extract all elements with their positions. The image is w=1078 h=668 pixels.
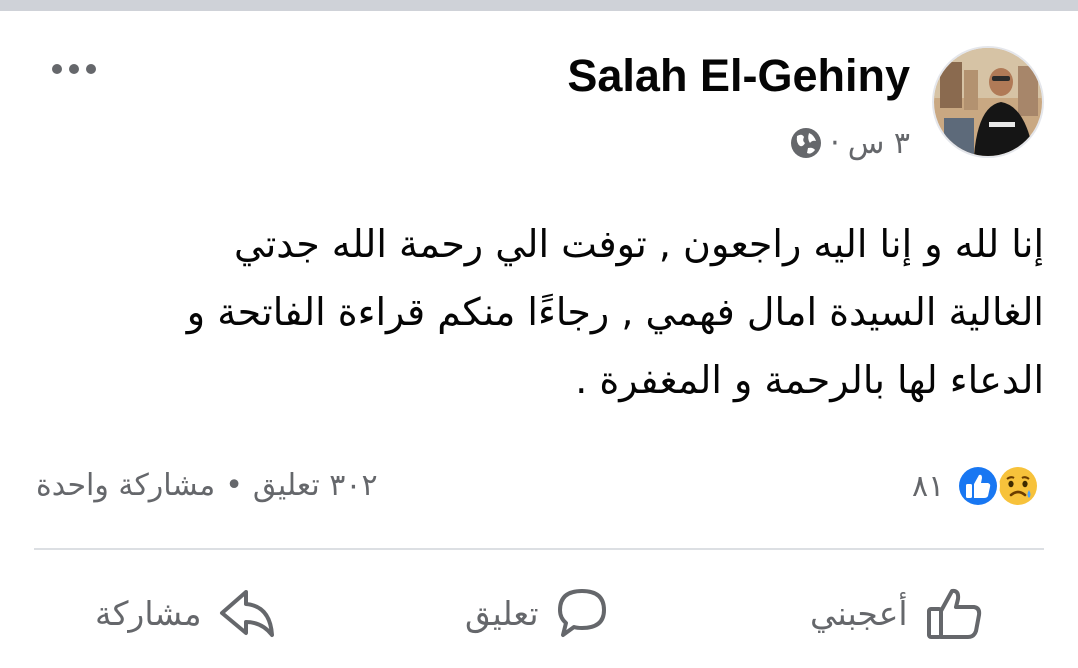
share-button[interactable]: مشاركة <box>95 580 276 646</box>
post-stats: ٣٠٢ تعليق • مشاركة واحدة <box>36 468 378 503</box>
thumbs-up-icon <box>926 588 981 639</box>
more-options-button[interactable] <box>52 58 102 80</box>
meta-separator: · <box>830 125 840 161</box>
more-dot <box>86 64 96 74</box>
author-name[interactable]: Salah El-Gehiny <box>567 48 910 104</box>
reactions-summary[interactable]: ٨١ <box>912 462 1042 510</box>
avatar-photo <box>934 48 1042 156</box>
more-dot <box>69 64 79 74</box>
avatar[interactable] <box>932 46 1044 158</box>
like-button[interactable]: أعجبني <box>810 580 984 646</box>
post-text: إنا لله و إنا اليه راجعون , توفت الي رحم… <box>186 222 1044 402</box>
comment-label: تعليق <box>465 593 539 633</box>
like-label: أعجبني <box>810 593 908 633</box>
comment-icon <box>557 589 606 637</box>
post-time[interactable]: ٣ س <box>848 126 910 161</box>
reaction-count: ٨١ <box>912 468 945 504</box>
more-dot <box>52 64 62 74</box>
divider <box>34 548 1044 550</box>
comment-button[interactable]: تعليق <box>465 580 609 646</box>
globe-icon[interactable] <box>790 127 822 159</box>
share-icon <box>219 590 274 637</box>
post-meta: · ٣ س <box>790 122 910 164</box>
shares-count[interactable]: مشاركة واحدة <box>36 468 215 503</box>
stats-bullet: • <box>225 468 243 503</box>
like-reaction-icon <box>956 464 1001 508</box>
top-bar <box>0 0 1078 11</box>
share-label: مشاركة <box>95 593 202 633</box>
comments-count[interactable]: ٣٠٢ تعليق <box>253 468 378 503</box>
